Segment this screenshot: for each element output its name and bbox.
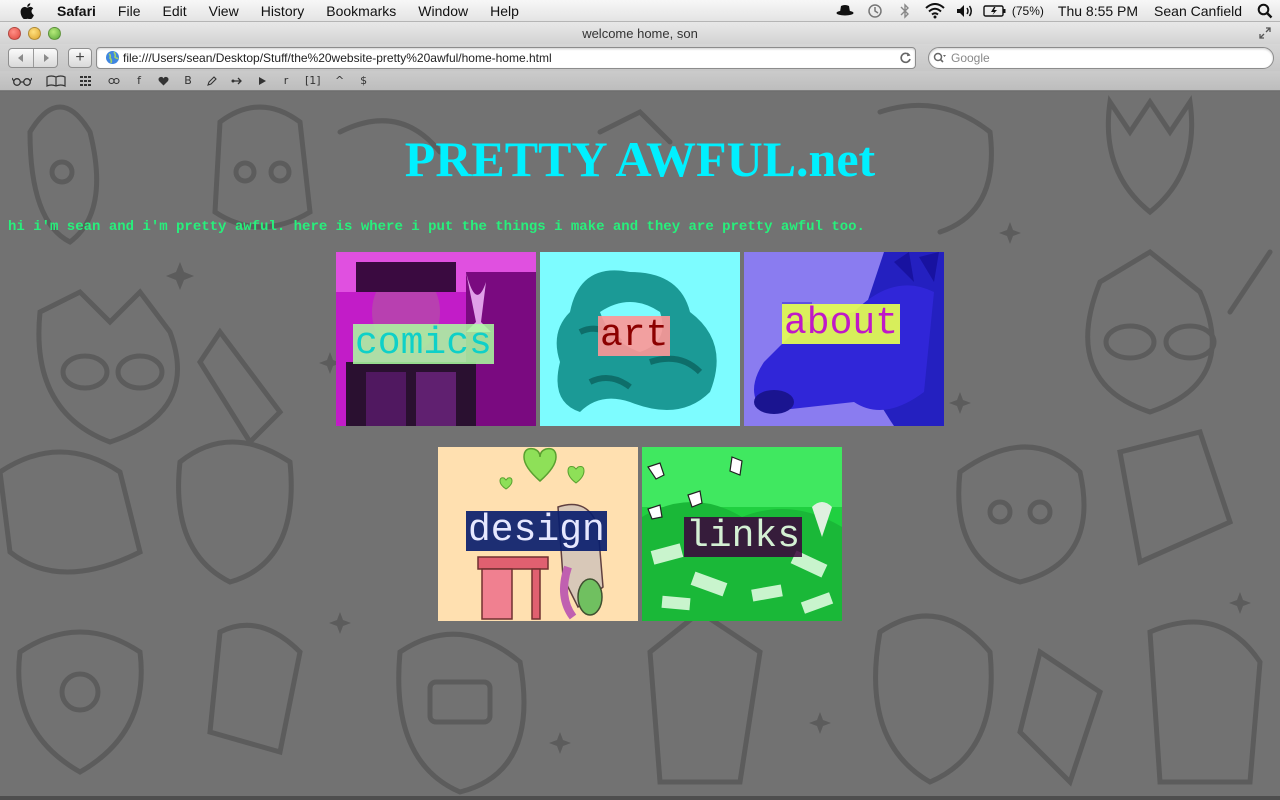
bookmark-bracket-1[interactable]: [1] — [301, 72, 325, 90]
globe-icon — [103, 49, 121, 67]
bookmark-caret[interactable]: ^ — [331, 72, 349, 90]
search-icon — [929, 52, 951, 64]
top-sites-grid-icon[interactable] — [76, 72, 98, 90]
battery-percentage: (75%) — [1011, 3, 1044, 18]
status-menus: (75%) Thu 8:55 PM Sean Canfield — [830, 0, 1280, 22]
close-window-button[interactable] — [8, 26, 21, 40]
about-tile-link[interactable]: about — [744, 252, 944, 426]
forward-button[interactable] — [33, 48, 57, 67]
browser-toolbar: + file:///Users/sean/Desktop/Stuff/the%2… — [0, 44, 1280, 71]
search-placeholder: Google — [951, 50, 990, 65]
reload-icon[interactable] — [895, 51, 915, 64]
apple-icon[interactable] — [18, 2, 36, 20]
menu-view[interactable]: View — [198, 0, 250, 22]
menu-app-safari[interactable]: Safari — [46, 0, 107, 22]
bookmarks-book-icon[interactable] — [42, 72, 70, 90]
window-title: welcome home, son — [582, 25, 698, 41]
menu-window[interactable]: Window — [407, 0, 479, 22]
address-text[interactable]: file:///Users/sean/Desktop/Stuff/the%20w… — [123, 51, 895, 65]
comics-tile-link[interactable]: comics — [336, 252, 536, 426]
zoom-window-button[interactable] — [48, 26, 61, 40]
time-machine-icon[interactable] — [860, 0, 890, 22]
menu-file[interactable]: File — [107, 0, 152, 22]
menubar-user[interactable]: Sean Canfield — [1146, 3, 1250, 19]
menu-bookmarks[interactable]: Bookmarks — [315, 0, 407, 22]
minimize-window-button[interactable] — [28, 26, 41, 40]
window-titlebar: welcome home, son — [0, 22, 1280, 44]
volume-icon[interactable] — [950, 0, 980, 22]
web-page: PRETTY AWFUL.net hi i'm sean and i'm pre… — [0, 92, 1280, 800]
comics-label: comics — [353, 322, 494, 365]
add-bookmark-button[interactable]: + — [68, 47, 92, 68]
menubar-clock[interactable]: Thu 8:55 PM — [1050, 3, 1146, 19]
bookmark-f[interactable]: f — [130, 72, 148, 90]
back-button[interactable] — [9, 49, 33, 67]
battery-icon[interactable] — [980, 0, 1010, 22]
doodle-background-pattern — [0, 95, 1273, 795]
links-label: links — [684, 515, 803, 558]
bookmark-dollar[interactable]: $ — [355, 72, 373, 90]
site-title: PRETTY AWFUL.net — [404, 131, 876, 187]
design-tile-link[interactable]: design — [438, 447, 638, 621]
menu-edit[interactable]: Edit — [151, 0, 197, 22]
link-chain-icon[interactable] — [104, 72, 124, 90]
bookmark-b[interactable]: B — [179, 72, 197, 90]
nav-buttons — [8, 47, 58, 68]
spotlight-search-icon[interactable] — [1250, 0, 1280, 22]
design-label: design — [466, 509, 607, 552]
menu-history[interactable]: History — [250, 0, 316, 22]
fullscreen-icon[interactable] — [1258, 26, 1272, 40]
art-tile-link[interactable]: art — [540, 252, 740, 426]
art-label: art — [598, 314, 671, 357]
heart-icon[interactable] — [154, 72, 173, 90]
reading-list-icon[interactable] — [8, 72, 36, 90]
search-field[interactable]: Google — [928, 46, 1274, 69]
wifi-icon[interactable] — [920, 0, 950, 22]
menu-bar: Safari File Edit View History Bookmarks … — [0, 0, 1280, 22]
share-arrows-icon[interactable] — [227, 72, 247, 90]
spy-hat-icon[interactable] — [830, 0, 860, 22]
address-bar[interactable]: file:///Users/sean/Desktop/Stuff/the%20w… — [96, 46, 916, 69]
play-icon[interactable] — [253, 72, 271, 90]
links-tile-link[interactable]: links — [642, 447, 842, 621]
status-bar — [0, 796, 1280, 800]
intro-text: hi i'm sean and i'm pretty awful. here i… — [8, 219, 865, 235]
window-controls — [8, 26, 61, 40]
about-label: about — [782, 302, 901, 345]
pencil-icon[interactable] — [203, 72, 221, 90]
bluetooth-icon[interactable] — [890, 0, 920, 22]
menu-help[interactable]: Help — [479, 0, 530, 22]
bookmark-r[interactable]: r — [277, 72, 295, 90]
bookmarks-bar: f B r [1] ^ $ — [0, 71, 1280, 91]
